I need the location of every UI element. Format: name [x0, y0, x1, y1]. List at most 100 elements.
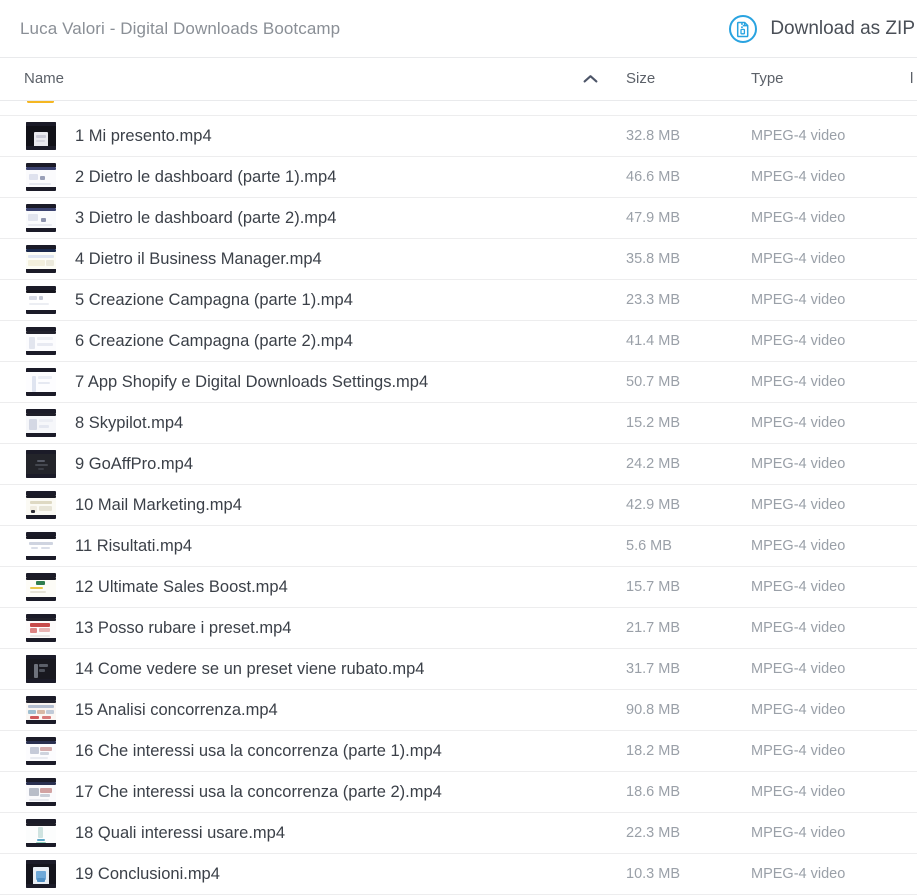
file-name[interactable]: 12 Ultimate Sales Boost.mp4 [75, 567, 288, 607]
download-as-zip-button[interactable]: Download as ZIP [722, 13, 917, 45]
video-thumbnail [26, 778, 56, 806]
column-header-size[interactable]: Size [626, 58, 655, 100]
table-row[interactable]: 17 Che interessi usa la concorrenza (par… [0, 772, 917, 813]
column-header-type[interactable]: Type [751, 58, 784, 100]
video-thumbnail [26, 860, 56, 888]
file-name[interactable]: 19 Conclusioni.mp4 [75, 854, 220, 894]
file-type: MPEG-4 video [751, 169, 846, 185]
file-name[interactable]: 8 Skypilot.mp4 [75, 403, 183, 443]
file-type: MPEG-4 video [751, 210, 846, 226]
video-thumbnail [26, 245, 56, 273]
table-row[interactable]: 13 Posso rubare i preset.mp4 21.7 MB MPEG-… [0, 608, 917, 649]
file-type: MPEG-4 video [751, 128, 846, 144]
file-name[interactable]: 17 Che interessi usa la concorrenza (par… [75, 772, 442, 812]
download-as-zip-label: Download as ZIP [770, 17, 915, 39]
file-size: 18.6 MB [626, 784, 680, 800]
video-thumbnail [26, 122, 56, 150]
video-thumbnail [26, 819, 56, 847]
table-row[interactable]: 6 Creazione Campagna (parte 2).mp4 41.4 M… [0, 321, 917, 362]
file-size: 31.7 MB [626, 661, 680, 677]
file-size: 42.9 MB [626, 497, 680, 513]
video-thumbnail [26, 368, 56, 396]
table-column-headers: Name Size Type l [0, 57, 917, 101]
table-row[interactable]: 5 Creazione Campagna (parte 1).mp4 23.3 M… [0, 280, 917, 321]
column-header-name[interactable]: Name [24, 58, 64, 100]
file-type: MPEG-4 video [751, 784, 846, 800]
file-type: MPEG-4 video [751, 620, 846, 636]
file-type: MPEG-4 video [751, 251, 846, 267]
file-size: 22.3 MB [626, 825, 680, 841]
file-size: 15.2 MB [626, 415, 680, 431]
file-type: MPEG-4 video [751, 374, 846, 390]
table-row[interactable]: 10 Mail Marketing.mp4 42.9 MB MPEG-4 video [0, 485, 917, 526]
file-size: 41.4 MB [626, 333, 680, 349]
file-name[interactable]: 3 Dietro le dashboard (parte 2).mp4 [75, 198, 336, 238]
folder-icon [26, 101, 56, 105]
table-row[interactable]: 14 Come vedere se un preset viene rubato… [0, 649, 917, 690]
file-name[interactable]: 9 GoAffPro.mp4 [75, 444, 193, 484]
file-size: 15.7 MB [626, 579, 680, 595]
table-row[interactable]: 4 Dietro il Business Manager.mp4 35.8 MB M… [0, 239, 917, 280]
file-name[interactable]: 11 Risultati.mp4 [75, 526, 192, 566]
file-type: MPEG-4 video [751, 333, 846, 349]
file-name[interactable]: 2 Dietro le dashboard (parte 1).mp4 [75, 157, 336, 197]
file-type: MPEG-4 video [751, 825, 846, 841]
file-name[interactable]: 18 Quali interessi usare.mp4 [75, 813, 285, 853]
file-size: 10.3 MB [626, 866, 680, 882]
column-header-truncated[interactable]: l [910, 58, 913, 100]
table-row[interactable]: 19 Conclusioni.mp4 10.3 MB MPEG-4 video [0, 854, 917, 895]
chevron-up-icon[interactable] [583, 58, 598, 100]
table-row[interactable]: 12 Ultimate Sales Boost.mp4 15.7 MB MPEG-4… [0, 567, 917, 608]
file-name[interactable]: 15 Analisi concorrenza.mp4 [75, 690, 278, 730]
file-type: MPEG-4 video [751, 579, 846, 595]
table-row[interactable]: 2 Dietro le dashboard (parte 1).mp4 46.6 … [0, 157, 917, 198]
table-row[interactable]: 7 App Shopify e Digital Downloads Settin… [0, 362, 917, 403]
list-item-partial[interactable] [0, 101, 917, 116]
file-type: MPEG-4 video [751, 866, 846, 882]
table-row[interactable]: 3 Dietro le dashboard (parte 2).mp4 47.9 … [0, 198, 917, 239]
toolbar: Luca Valori - Digital Downloads Bootcamp… [0, 0, 917, 57]
table-row[interactable]: 1 Mi presento.mp4 32.8 MB MPEG-4 video [0, 116, 917, 157]
file-size: 5.6 MB [626, 538, 672, 554]
file-size: 47.9 MB [626, 210, 680, 226]
table-row[interactable]: 18 Quali interessi usare.mp4 22.3 MB MPEG-… [0, 813, 917, 854]
video-thumbnail [26, 409, 56, 437]
file-type: MPEG-4 video [751, 538, 846, 554]
video-thumbnail [26, 204, 56, 232]
file-type: MPEG-4 video [751, 661, 846, 677]
video-thumbnail [26, 655, 56, 683]
file-name[interactable]: 6 Creazione Campagna (parte 2).mp4 [75, 321, 353, 361]
video-thumbnail [26, 532, 56, 560]
file-size: 90.8 MB [626, 702, 680, 718]
table-row[interactable]: 11 Risultati.mp4 5.6 MB MPEG-4 video [0, 526, 917, 567]
table-row[interactable]: 9 GoAffPro.mp4 24.2 MB MPEG-4 video [0, 444, 917, 485]
file-list: 1 Mi presento.mp4 32.8 MB MPEG-4 video 2 Di… [0, 101, 917, 895]
table-row[interactable]: 8 Skypilot.mp4 15.2 MB MPEG-4 video [0, 403, 917, 444]
video-thumbnail [26, 327, 56, 355]
file-name[interactable]: 14 Come vedere se un preset viene rubato… [75, 649, 424, 689]
table-row[interactable]: 15 Analisi concorrenza.mp4 90.8 MB MPEG-4 … [0, 690, 917, 731]
file-type: MPEG-4 video [751, 292, 846, 308]
zip-file-circle-icon [728, 14, 758, 44]
file-type: MPEG-4 video [751, 702, 846, 718]
file-type: MPEG-4 video [751, 456, 846, 472]
file-size: 50.7 MB [626, 374, 680, 390]
file-size: 18.2 MB [626, 743, 680, 759]
file-size: 46.6 MB [626, 169, 680, 185]
page-title: Luca Valori - Digital Downloads Bootcamp [20, 18, 341, 38]
file-name[interactable]: 16 Che interessi usa la concorrenza (par… [75, 731, 442, 771]
file-name[interactable]: 1 Mi presento.mp4 [75, 116, 212, 156]
file-size: 23.3 MB [626, 292, 680, 308]
file-name[interactable]: 13 Posso rubare i preset.mp4 [75, 608, 291, 648]
file-name[interactable]: 5 Creazione Campagna (parte 1).mp4 [75, 280, 353, 320]
video-thumbnail [26, 491, 56, 519]
video-thumbnail [26, 286, 56, 314]
file-name[interactable]: 7 App Shopify e Digital Downloads Settin… [75, 362, 428, 402]
table-row[interactable]: 16 Che interessi usa la concorrenza (par… [0, 731, 917, 772]
file-size: 35.8 MB [626, 251, 680, 267]
file-name[interactable]: 4 Dietro il Business Manager.mp4 [75, 239, 322, 279]
video-thumbnail [26, 450, 56, 478]
video-thumbnail [26, 737, 56, 765]
file-size: 21.7 MB [626, 620, 680, 636]
file-name[interactable]: 10 Mail Marketing.mp4 [75, 485, 242, 525]
